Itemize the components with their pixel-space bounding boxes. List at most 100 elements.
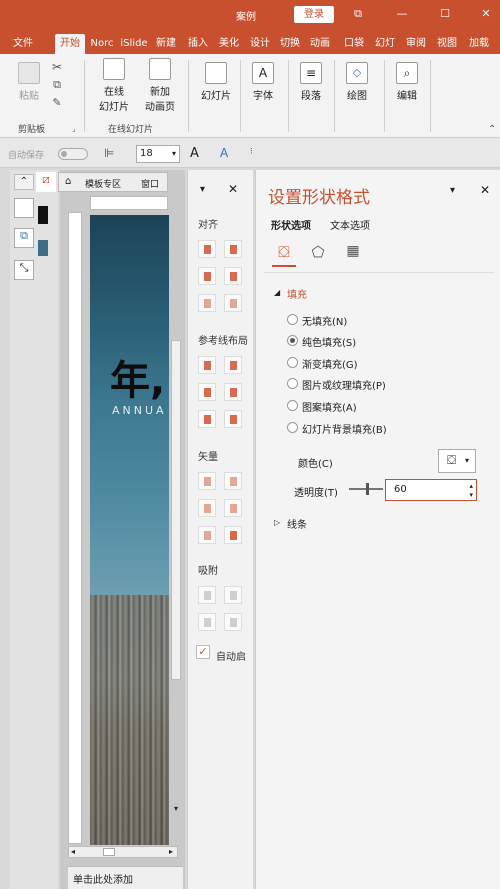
guide-middle-icon[interactable] [224,383,242,401]
horizontal-scrollbar[interactable]: ◂ ▸ [68,846,178,858]
vector-edit-icon[interactable] [224,526,242,544]
snap-left-icon[interactable] [198,613,216,631]
clear-format-icon[interactable]: A [220,146,228,160]
size-layout-icon[interactable]: ▦ [343,243,363,263]
font-size-select[interactable]: 18 ▾ [136,145,180,163]
font-button[interactable]: A 字体 [248,62,278,102]
snap-top-icon[interactable] [198,586,216,604]
radio-picture-fill[interactable] [287,378,298,389]
close-icon[interactable]: ✕ [480,183,490,197]
tab-insert[interactable]: 插入 [184,34,212,54]
tab-addins[interactable]: 加载 [464,34,494,54]
tab-home[interactable]: 开始 [55,34,85,54]
paragraph-button[interactable]: ≡ 段落 [296,62,326,102]
color-picker-button[interactable]: ⛋ ▾ [438,449,476,473]
scroll-down-icon[interactable]: ▾ [172,805,180,813]
tab-review[interactable]: 审阅 [402,34,430,54]
align-middle-icon[interactable] [224,267,242,285]
close-button[interactable]: ✕ [478,7,494,21]
tab-new[interactable]: 新建 [151,34,181,54]
pentagon-icon[interactable]: ⬠ [308,243,328,263]
layout-icon[interactable]: ⧉ [14,228,34,248]
customize-toolbar-icon[interactable]: ⁝ [250,147,253,157]
fill-section-title[interactable]: 填充 [287,286,307,301]
template-tab[interactable]: ⌂ 模板专区 窗口 [58,172,168,192]
vector-fragment-icon[interactable] [198,499,216,517]
pane-options-icon[interactable]: ▾ [450,185,455,196]
fill-bucket-icon[interactable]: ⛋ [274,243,294,263]
distribute-horizontal-icon[interactable] [198,294,216,312]
online-slide-button[interactable]: 在线 幻灯片 [92,58,136,113]
radio-pattern-fill[interactable] [287,400,298,411]
radio-no-fill[interactable] [287,314,298,325]
slider-handle[interactable] [366,483,369,495]
tab-view[interactable]: 视图 [433,34,461,54]
dialog-launcher-icon[interactable]: ⌟ [72,124,76,133]
line-section-title[interactable]: 线条 [287,516,307,531]
vertical-scrollbar[interactable] [171,340,181,680]
align-top-icon[interactable] [198,267,216,285]
drawing-button[interactable]: ◇ 绘图 [342,62,372,102]
slide-subtitle-text[interactable]: ANNUA [112,404,167,417]
resize-icon[interactable]: ⤡ [14,260,34,280]
close-icon[interactable]: ✕ [228,182,238,196]
guide-height-icon[interactable] [224,410,242,428]
auto-snap-checkbox[interactable]: ✓ [196,645,210,659]
tab-text-options[interactable]: 文本选项 [330,217,370,232]
cut-icon[interactable]: ✂ [50,60,64,74]
scroll-thumb[interactable] [103,848,115,856]
vector-text-icon[interactable] [198,526,216,544]
notes-pane[interactable]: 单击此处添加 [68,866,183,889]
scroll-left-icon[interactable]: ◂ [71,847,75,856]
guide-top-icon[interactable] [198,383,216,401]
align-left-icon[interactable] [198,240,216,258]
panel-collapse-icon[interactable]: ▾ [200,184,205,195]
guide-center-icon[interactable] [224,356,242,374]
copy-icon[interactable]: ⧉ [50,78,64,92]
slide-thumbnail[interactable] [38,240,48,256]
maximize-button[interactable]: ☐ [437,7,453,21]
tab-animations[interactable]: 动画 [306,34,334,54]
folder-tag-icon[interactable]: ⧄ [36,172,56,192]
snap-right-icon[interactable] [224,613,242,631]
tab-transitions[interactable]: 切换 [276,34,304,54]
tab-islide[interactable]: iSlide [119,34,149,54]
align-icon[interactable]: ⊫ [104,146,114,160]
snap-bottom-icon[interactable] [224,586,242,604]
restore-ribbon-icon[interactable]: ⧉ [350,7,366,21]
login-button[interactable]: 登录 [294,6,334,23]
editing-button[interactable]: ⌕ 编辑 [392,62,422,102]
align-center-icon[interactable] [224,240,242,258]
transparency-input[interactable]: 60 ▴ ▾ [385,479,477,501]
scroll-right-icon[interactable]: ▸ [169,847,173,856]
radio-solid-fill[interactable] [287,335,298,346]
spin-down-icon[interactable]: ▾ [469,485,473,505]
tab-file[interactable]: 文件 [8,34,38,54]
vector-union-icon[interactable] [198,472,216,490]
minimize-button[interactable]: — [394,7,410,21]
tab-design[interactable]: 设计 [246,34,274,54]
tab-shape-options[interactable]: 形状选项 [271,217,311,232]
paste-button[interactable]: 粘贴 [14,62,44,102]
new-animation-page-button[interactable]: 新加 动画页 [138,58,182,113]
slide-canvas[interactable] [90,215,169,845]
guide-left-icon[interactable] [198,356,216,374]
collapse-up-icon[interactable]: ⌃ [14,174,34,190]
vector-intersect-icon[interactable] [224,499,242,517]
font-color-icon[interactable]: A [190,146,199,161]
radio-background-fill[interactable] [287,422,298,433]
tab-slideshow[interactable]: 幻灯 [371,34,399,54]
tab-beautify[interactable]: 美化 [215,34,243,54]
slides-button[interactable]: 幻灯片 [196,62,236,102]
expand-fill-icon[interactable]: ◢ [274,288,280,297]
tab-norc[interactable]: Norc [87,34,117,54]
expand-line-icon[interactable]: ▷ [274,518,280,527]
tab-pocket[interactable]: 口袋 [340,34,368,54]
vector-combine-icon[interactable] [224,472,242,490]
collapse-ribbon-icon[interactable]: ⌃ [488,124,496,135]
guide-width-icon[interactable] [198,410,216,428]
autosave-toggle[interactable] [58,148,88,160]
slide-title-text[interactable]: 年, [110,348,165,406]
slide-thumb-icon[interactable] [14,198,34,218]
radio-gradient-fill[interactable] [287,357,298,368]
